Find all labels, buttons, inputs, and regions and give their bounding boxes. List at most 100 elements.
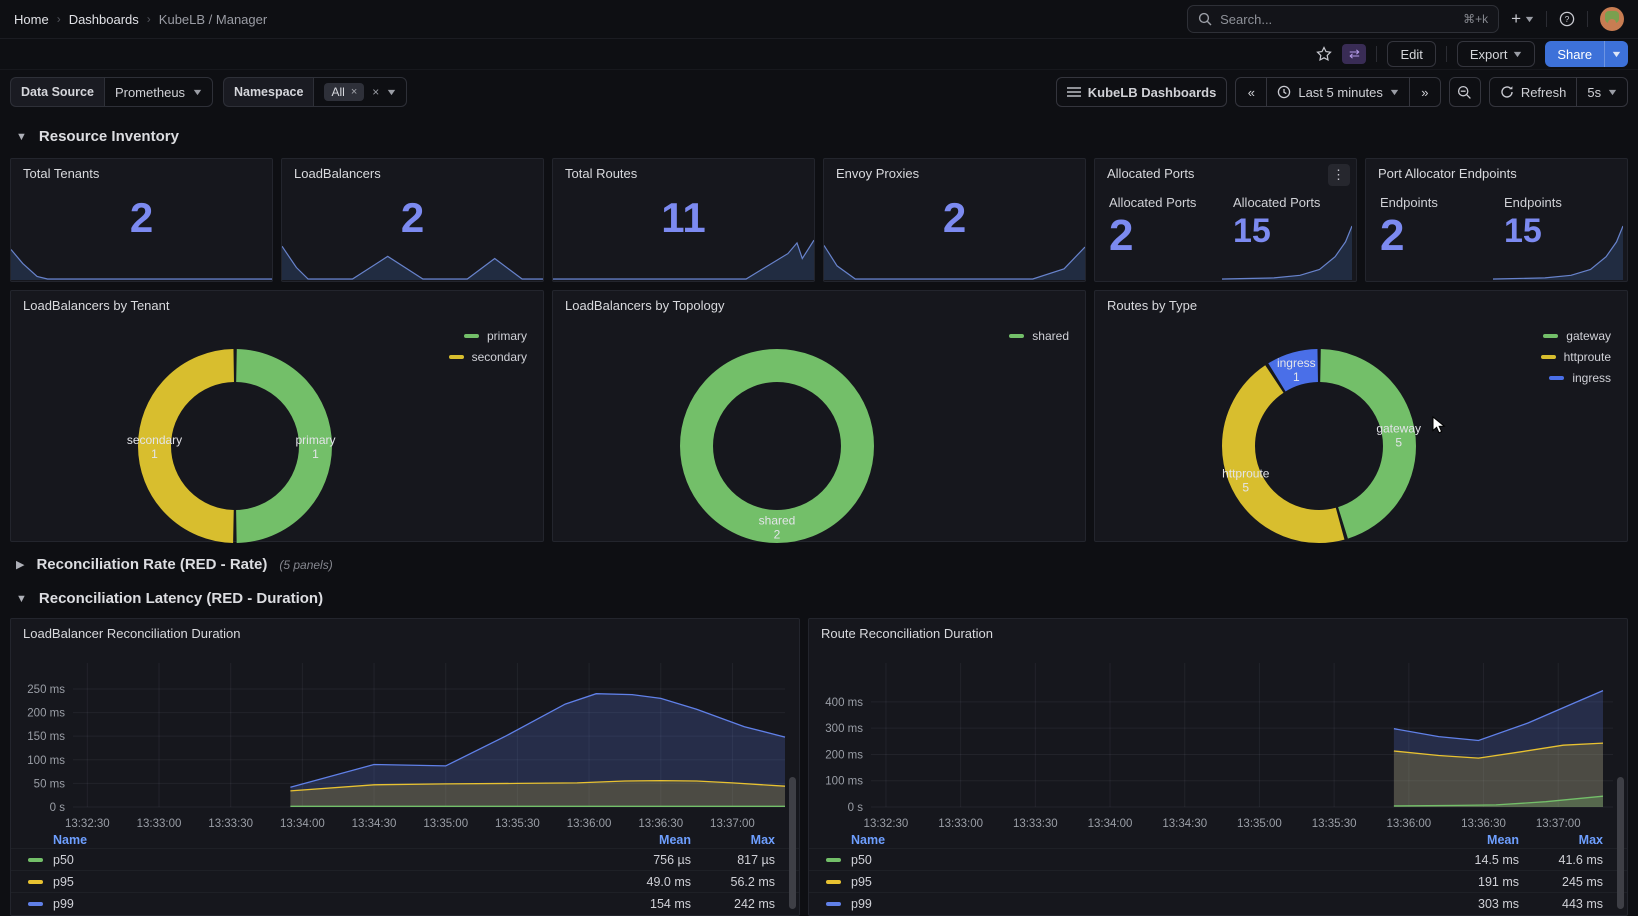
legend-item-shared[interactable]: shared (1009, 329, 1069, 343)
share-menu-button[interactable]: ▼ (1604, 41, 1628, 67)
legend-header-name[interactable]: Name (851, 833, 1409, 847)
series-toggle-p50[interactable]: p50 (28, 853, 581, 867)
chevron-right-icon: ▶ (16, 558, 24, 571)
refresh-label: Refresh (1521, 85, 1567, 100)
series-toggle-p50[interactable]: p50 (826, 853, 1409, 867)
time-range-picker[interactable]: Last 5 minutes ▼ (1266, 78, 1408, 106)
search-input[interactable]: Search... ⌘+k (1187, 5, 1499, 33)
edit-button[interactable]: Edit (1387, 41, 1435, 67)
avatar[interactable] (1600, 7, 1624, 31)
close-icon[interactable]: × (351, 86, 357, 98)
search-shortcut: ⌘+k (1463, 12, 1488, 26)
scrollbar[interactable] (1617, 777, 1624, 909)
legend-table: NameMeanMaxp5014.5 ms41.6 msp95191 ms245… (809, 831, 1627, 914)
export-button[interactable]: Export ▼ (1457, 41, 1536, 67)
section-reconciliation-rate[interactable]: ▶ Reconciliation Rate (RED - Rate) (5 pa… (16, 556, 333, 573)
legend-item-ingress[interactable]: ingress (1549, 371, 1611, 385)
export-label: Export (1470, 47, 1508, 62)
breadcrumb-dashboards[interactable]: Dashboards (69, 12, 139, 27)
refresh-button[interactable]: Refresh (1490, 78, 1577, 106)
series-toggle-p99[interactable]: p99 (28, 897, 581, 911)
series-max: 242 ms (691, 897, 775, 911)
breadcrumb-home[interactable]: Home (14, 12, 49, 27)
zoom-out-icon (1457, 85, 1472, 100)
panel-title: Route Reconciliation Duration (821, 626, 993, 641)
star-icon[interactable] (1316, 46, 1332, 62)
legend-label: httproute (1564, 350, 1611, 364)
x-axis-tick: 13:35:30 (1312, 818, 1357, 830)
series-toggle-p99[interactable]: p99 (826, 897, 1409, 911)
panel-loadbalancers-by-topology: LoadBalancers by Topology shared2 shared (552, 290, 1086, 542)
shared-externally-icon[interactable]: ⇄ (1342, 44, 1366, 64)
namespace-select[interactable]: All × × ▼ (313, 77, 407, 107)
datasource-variable: Data Source Prometheus ▼ (10, 77, 213, 107)
datasource-select[interactable]: Prometheus ▼ (104, 77, 213, 107)
zoom-out-button[interactable] (1449, 77, 1481, 107)
x-axis-tick: 13:36:30 (1461, 818, 1506, 830)
legend-item-gateway[interactable]: gateway (1543, 329, 1611, 343)
x-axis-tick: 13:35:30 (495, 818, 540, 830)
legend-swatch (826, 858, 841, 862)
chart-legend: gateway httproute ingress (1541, 329, 1611, 385)
legend-item-primary[interactable]: primary (464, 329, 527, 343)
legend-header-max[interactable]: Max (1519, 833, 1603, 847)
stat-label: Endpoints (1380, 195, 1438, 210)
section-title: Reconciliation Rate (RED - Rate) (36, 556, 267, 573)
panel-menu-icon[interactable]: ⋮ (1328, 164, 1350, 186)
legend-row-p99: p99154 ms242 ms (11, 892, 799, 914)
legend-table: NameMeanMaxp50756 µs817 µsp9549.0 ms56.2… (11, 831, 799, 914)
series-toggle-p95[interactable]: p95 (826, 875, 1409, 889)
panel-title: LoadBalancers (294, 166, 381, 181)
share-button[interactable]: Share (1545, 41, 1604, 67)
x-axis-tick: 13:33:30 (1013, 818, 1058, 830)
clear-icon[interactable]: × (372, 85, 379, 99)
kubelb-dashboards-label: KubeLB Dashboards (1088, 85, 1217, 100)
scrollbar[interactable] (789, 777, 796, 909)
legend-header-max[interactable]: Max (691, 833, 775, 847)
x-axis-tick: 13:34:30 (1162, 818, 1207, 830)
divider (1587, 11, 1588, 27)
panel-title: Envoy Proxies (836, 166, 919, 181)
legend-item-httproute[interactable]: httproute (1541, 350, 1611, 364)
donut-slice-shared[interactable] (697, 366, 858, 527)
legend-swatch (1549, 376, 1564, 380)
x-axis-tick: 13:32:30 (65, 818, 110, 830)
legend-header-mean[interactable]: Mean (1409, 833, 1519, 847)
panel-title: Total Routes (565, 166, 637, 181)
section-panel-count: (5 panels) (279, 558, 332, 572)
series-mean: 303 ms (1409, 897, 1519, 911)
series-name: p50 (53, 853, 74, 867)
new-button[interactable]: + ▼ (1511, 9, 1534, 29)
chevron-down-icon: ▼ (385, 87, 397, 97)
panel-total-tenants: Total Tenants 2 (10, 158, 273, 282)
namespace-chip[interactable]: All × (324, 83, 364, 101)
time-range-label: Last 5 minutes (1298, 85, 1383, 100)
help-icon[interactable]: ? (1559, 11, 1575, 27)
x-axis-tick: 13:36:00 (1386, 818, 1431, 830)
legend-row-p95: p95191 ms245 ms (809, 870, 1627, 892)
chevron-down-icon: ▼ (191, 87, 203, 97)
section-resource-inventory[interactable]: ▼ Resource Inventory (16, 128, 179, 145)
legend-header-mean[interactable]: Mean (581, 833, 691, 847)
time-shift-back-button[interactable]: « (1236, 78, 1266, 106)
legend-swatch (826, 902, 841, 906)
legend-header-name[interactable]: Name (53, 833, 581, 847)
section-reconciliation-latency[interactable]: ▼ Reconciliation Latency (RED - Duration… (16, 590, 323, 607)
y-axis-tick: 50 ms (34, 778, 66, 790)
timeseries-chart[interactable]: 13:32:3013:33:0013:33:3013:34:0013:34:30… (809, 655, 1627, 833)
refresh-interval-select[interactable]: 5s ▼ (1576, 78, 1627, 106)
timeseries-chart[interactable]: 13:32:3013:33:0013:33:3013:34:0013:34:30… (11, 655, 799, 833)
time-range-group: « Last 5 minutes ▼ » (1235, 77, 1440, 107)
legend-swatch (28, 902, 43, 906)
section-title: Reconciliation Latency (RED - Duration) (39, 590, 323, 607)
legend-item-secondary[interactable]: secondary (449, 350, 527, 364)
kubelb-dashboards-button[interactable]: KubeLB Dashboards (1056, 77, 1228, 107)
legend-label: shared (1032, 329, 1069, 343)
y-axis-tick: 150 ms (27, 731, 65, 743)
legend-swatch (28, 880, 43, 884)
y-axis-tick: 250 ms (27, 684, 65, 696)
legend-label: gateway (1566, 329, 1611, 343)
series-name: p99 (53, 897, 74, 911)
time-shift-forward-button[interactable]: » (1409, 78, 1440, 106)
series-toggle-p95[interactable]: p95 (28, 875, 581, 889)
